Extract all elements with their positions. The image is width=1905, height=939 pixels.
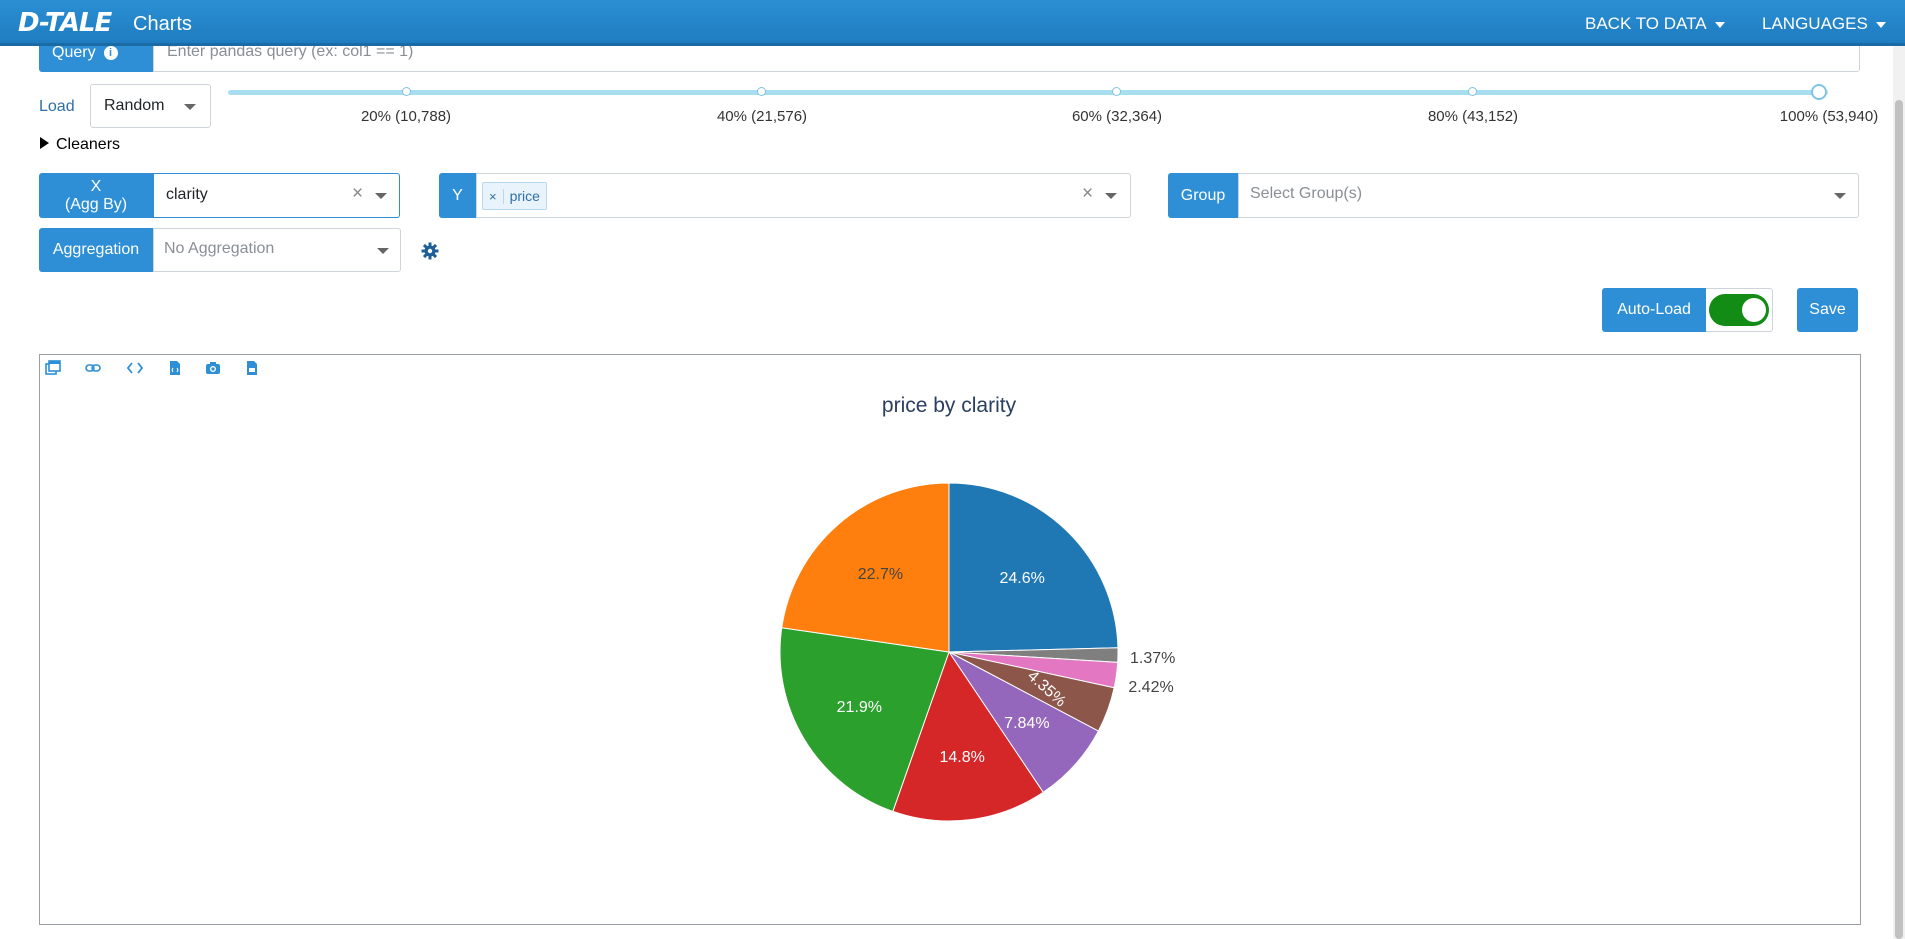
page-title: Charts bbox=[133, 13, 192, 35]
load-selected-value: Random bbox=[104, 97, 165, 114]
load-slider-track[interactable] bbox=[228, 90, 1828, 95]
y-tag-label: price bbox=[509, 188, 540, 204]
slider-label: 20% (10,788) bbox=[360, 108, 452, 125]
pie-chart: price by clarity 24.6%1.37%2.42%4.35%7.8… bbox=[779, 394, 1175, 822]
chevron-down-icon bbox=[377, 248, 389, 254]
save-button[interactable]: Save bbox=[1797, 288, 1858, 332]
tag-remove-icon[interactable]: × bbox=[483, 188, 504, 204]
autoload-label: Auto-Load bbox=[1602, 288, 1706, 332]
x-selected-value: clarity bbox=[166, 186, 208, 203]
slider-label: 100% (53,940) bbox=[1779, 108, 1879, 125]
slice-label: 7.84% bbox=[1004, 715, 1049, 732]
aggregation-select[interactable]: No Aggregation bbox=[153, 228, 401, 272]
slider-label: 60% (32,364) bbox=[1071, 108, 1163, 125]
chevron-down-icon bbox=[1105, 193, 1117, 199]
cleaners-toggle[interactable]: Cleaners bbox=[40, 136, 120, 154]
slider-mark bbox=[402, 87, 411, 96]
slice-label: 24.6% bbox=[999, 570, 1044, 587]
toggle-track bbox=[1709, 294, 1769, 326]
y-select[interactable]: × price × bbox=[476, 173, 1131, 218]
slice-label: 21.9% bbox=[837, 699, 882, 716]
group-label: Group bbox=[1168, 173, 1238, 218]
autoload-toggle[interactable] bbox=[1706, 288, 1773, 332]
languages-label: LANGUAGES bbox=[1762, 14, 1868, 33]
clear-icon[interactable]: × bbox=[352, 183, 363, 205]
scrollbar-thumb[interactable] bbox=[1895, 100, 1903, 939]
group-select[interactable]: Select Group(s) bbox=[1238, 173, 1859, 218]
pie-slice[interactable] bbox=[948, 482, 1119, 653]
gear-icon[interactable] bbox=[421, 242, 439, 260]
y-label: Y bbox=[439, 173, 476, 218]
chart-title: price by clarity bbox=[882, 394, 1017, 417]
back-to-data-label: BACK TO DATA bbox=[1585, 14, 1707, 33]
languages-menu[interactable]: LANGUAGES bbox=[1762, 14, 1886, 34]
triangle-right-icon bbox=[40, 137, 49, 149]
slice-label: 22.7% bbox=[858, 566, 903, 583]
aggregation-placeholder: No Aggregation bbox=[164, 240, 275, 257]
slider-label: 40% (21,576) bbox=[716, 108, 808, 125]
slider-mark bbox=[757, 87, 766, 96]
query-label-text: Query bbox=[52, 44, 96, 61]
slice-label: 14.8% bbox=[940, 749, 985, 766]
dtale-logo[interactable]: D-TALE bbox=[18, 8, 112, 38]
slice-label: 2.42% bbox=[1128, 679, 1173, 696]
slice-label: 1.37% bbox=[1130, 650, 1175, 667]
aggregation-label: Aggregation bbox=[39, 228, 153, 272]
chevron-down-icon bbox=[184, 104, 196, 110]
load-select[interactable]: Random bbox=[90, 84, 211, 128]
load-label: Load bbox=[39, 98, 75, 115]
chevron-down-icon bbox=[1714, 21, 1725, 28]
x-label-line2: (Agg By) bbox=[64, 195, 128, 213]
slider-label: 80% (43,152) bbox=[1427, 108, 1519, 125]
x-select[interactable]: clarity × bbox=[153, 173, 400, 218]
info-circle-icon[interactable]: i bbox=[103, 46, 118, 60]
slider-mark bbox=[1468, 87, 1477, 96]
chevron-down-icon bbox=[375, 193, 387, 199]
y-tag: × price bbox=[482, 182, 547, 210]
x-label-line1: X bbox=[90, 177, 102, 195]
toggle-knob bbox=[1742, 298, 1766, 322]
back-to-data-menu[interactable]: BACK TO DATA bbox=[1585, 14, 1725, 34]
cleaners-label: Cleaners bbox=[56, 136, 121, 153]
chevron-down-icon bbox=[1834, 193, 1846, 199]
slider-mark bbox=[1112, 87, 1121, 96]
top-navbar: D-TALE Charts BACK TO DATA LANGUAGES bbox=[0, 0, 1905, 46]
chevron-down-icon bbox=[1875, 21, 1886, 28]
clear-icon[interactable]: × bbox=[1082, 183, 1093, 205]
x-label: X (Agg By) bbox=[39, 173, 153, 218]
load-slider-handle[interactable] bbox=[1811, 84, 1827, 100]
group-placeholder: Select Group(s) bbox=[1250, 185, 1363, 202]
